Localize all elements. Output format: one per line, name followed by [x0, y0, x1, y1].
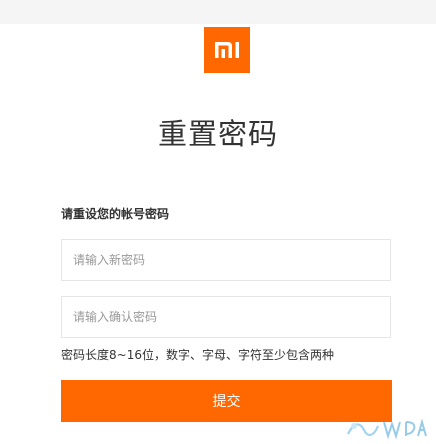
top-bar: [0, 0, 436, 24]
form-prompt: 请重设您的帐号密码: [61, 207, 170, 221]
confirm-password-input[interactable]: [62, 297, 390, 337]
page-title: 重置密码: [157, 117, 278, 151]
confirm-password-field: [61, 296, 391, 338]
submit-button[interactable]: 提交: [61, 380, 392, 422]
new-password-input[interactable]: [62, 240, 390, 280]
new-password-field: [61, 239, 391, 281]
watermark-icon: [347, 418, 427, 440]
mi-logo-icon: [204, 27, 250, 73]
password-rule-hint: 密码长度8~16位，数字、字母、字符至少包含两种: [61, 348, 334, 362]
